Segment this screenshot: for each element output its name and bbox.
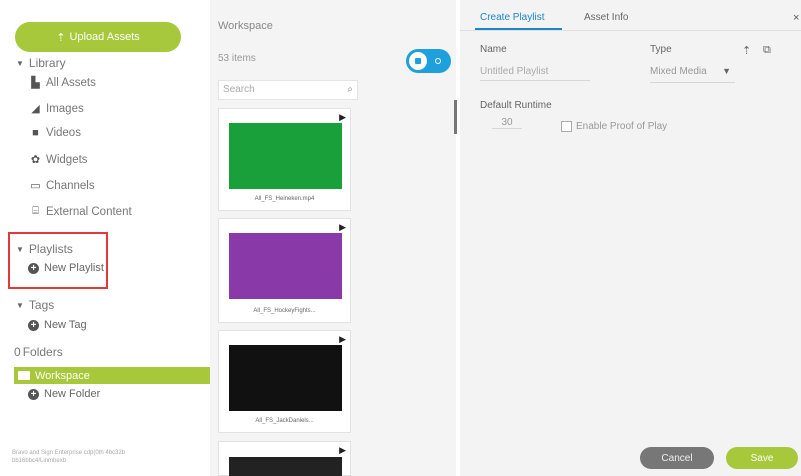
video-flag-icon: ▶	[339, 112, 346, 122]
playlists-header[interactable]: ▼ Playlists	[16, 242, 73, 256]
library-item-videos[interactable]: ■ Videos	[30, 127, 81, 139]
asset-thumbnail	[229, 233, 342, 299]
footer-text: Bravo and Sign Enterprise cdp(0th 4bc32b…	[12, 450, 126, 464]
new-tag-button[interactable]: + New Tag	[28, 319, 87, 331]
playlists-highlight-box	[8, 232, 108, 289]
close-icon[interactable]: ×	[793, 12, 799, 24]
runtime-label: Default Runtime	[480, 100, 552, 111]
view-toggle[interactable]	[406, 49, 451, 73]
new-folder-button[interactable]: + New Folder	[28, 388, 100, 400]
external-content-icon: ⌸	[32, 205, 39, 217]
type-select[interactable]: Mixed Media ▼	[650, 66, 735, 83]
library-item-widgets[interactable]: ✿ Widgets	[30, 153, 88, 167]
library-item-label: Videos	[46, 127, 81, 139]
folder-icon	[18, 371, 30, 380]
upload-icon[interactable]: ⇡	[742, 44, 751, 57]
workspace-panel: Workspace 53 items Search ⌕ ▶ All_FS_Hei…	[210, 0, 456, 476]
search-placeholder: Search	[223, 84, 255, 95]
search-input[interactable]: Search ⌕	[218, 80, 358, 100]
channel-icon: ▭	[30, 180, 41, 192]
asset-thumbnail	[229, 457, 342, 476]
tags-header[interactable]: ▼ Tags	[16, 298, 54, 312]
workspace-item-count: 53 items	[218, 53, 256, 64]
caret-down-icon: ▼	[16, 300, 24, 310]
folders-label: Folders	[22, 345, 63, 359]
library-label: Library	[28, 56, 66, 70]
plus-circle-icon: +	[28, 388, 39, 400]
workspace-title: Workspace	[218, 20, 273, 32]
upload-icon: ⇡	[56, 31, 66, 44]
search-icon: ⌕	[347, 84, 353, 95]
asset-caption: All_FS_JackDaniels...	[255, 418, 314, 424]
video-flag-icon: ▶	[339, 445, 346, 455]
active-tab-indicator	[475, 28, 562, 30]
library-item-label: All Assets	[46, 76, 96, 89]
folders-count: 0	[14, 345, 21, 359]
name-field[interactable]: Untitled Playlist	[480, 66, 590, 81]
asset-caption: All_FS_HockeyFights...	[253, 308, 316, 314]
plus-circle-icon: +	[28, 319, 39, 331]
library-item-external-content[interactable]: ⌸ External Content	[30, 205, 132, 218]
library-item-all-assets[interactable]: ▙ All Assets	[30, 76, 96, 90]
library-item-label: Images	[46, 102, 84, 115]
playlist-panel: Create Playlist Asset Info × Name Untitl…	[460, 0, 801, 476]
upload-assets-label: Upload Assets	[69, 31, 140, 43]
workspace-folder-label: Workspace	[35, 369, 90, 382]
caret-down-icon: ▼	[16, 244, 24, 254]
proof-of-play-checkbox[interactable]	[561, 121, 572, 132]
caret-down-icon: ▼	[16, 58, 24, 68]
toggle-ring-icon	[435, 58, 441, 64]
plus-circle-icon: +	[28, 262, 39, 274]
asset-card[interactable]: ▶ All_FS_Heineken.mp4	[218, 108, 351, 211]
asset-card[interactable]: ▶ All_FS_JackDaniels...	[218, 330, 351, 433]
image-icon: ◢	[31, 103, 40, 115]
video-icon: ■	[32, 127, 39, 139]
toggle-knob	[409, 52, 427, 70]
widget-icon: ✿	[30, 154, 41, 166]
library-item-label: Channels	[46, 179, 95, 192]
runtime-field[interactable]: 30	[492, 117, 522, 129]
tab-divider	[460, 30, 801, 31]
asset-card[interactable]: ▶	[218, 441, 351, 476]
type-value: Mixed Media	[650, 66, 707, 77]
copy-icon[interactable]: ⧉	[763, 44, 771, 57]
type-label: Type	[650, 44, 672, 55]
video-flag-icon: ▶	[339, 334, 346, 344]
proof-of-play-label: Enable Proof of Play	[576, 121, 668, 132]
new-playlist-label: New Playlist	[44, 262, 104, 274]
library-item-images[interactable]: ◢ Images	[30, 102, 84, 116]
library-header[interactable]: ▼ Library	[16, 56, 66, 70]
cancel-button[interactable]: Cancel	[640, 447, 714, 469]
asset-thumbnail	[229, 345, 342, 411]
asset-caption: All_FS_Heineken.mp4	[254, 196, 315, 202]
asset-thumbnail	[229, 123, 342, 189]
tab-create-playlist[interactable]: Create Playlist	[480, 12, 544, 23]
chevron-down-icon: ▼	[722, 66, 731, 76]
playlists-label: Playlists	[28, 242, 73, 256]
new-folder-label: New Folder	[44, 388, 101, 400]
library-item-label: Widgets	[46, 153, 88, 166]
library-item-channels[interactable]: ▭ Channels	[30, 179, 95, 193]
tab-asset-info[interactable]: Asset Info	[584, 12, 628, 23]
new-playlist-button[interactable]: + New Playlist	[28, 262, 104, 274]
video-flag-icon: ▶	[339, 222, 346, 232]
upload-assets-button[interactable]: ⇡ Upload Assets	[15, 22, 181, 52]
file-icon: ▙	[31, 77, 40, 89]
asset-card[interactable]: ▶ All_FS_HockeyFights...	[218, 218, 351, 323]
save-button[interactable]: Save	[726, 447, 798, 469]
workspace-folder[interactable]: Workspace	[14, 367, 210, 384]
panel-resize-handle[interactable]	[454, 100, 457, 134]
name-label: Name	[480, 44, 507, 55]
new-tag-label: New Tag	[44, 319, 87, 331]
library-item-label: External Content	[46, 205, 132, 218]
sidebar: ⇡ Upload Assets ▼ Library ▙ All Assets ◢…	[0, 0, 210, 476]
folders-header: 0 Folders	[14, 345, 63, 359]
tags-label: Tags	[28, 298, 55, 312]
